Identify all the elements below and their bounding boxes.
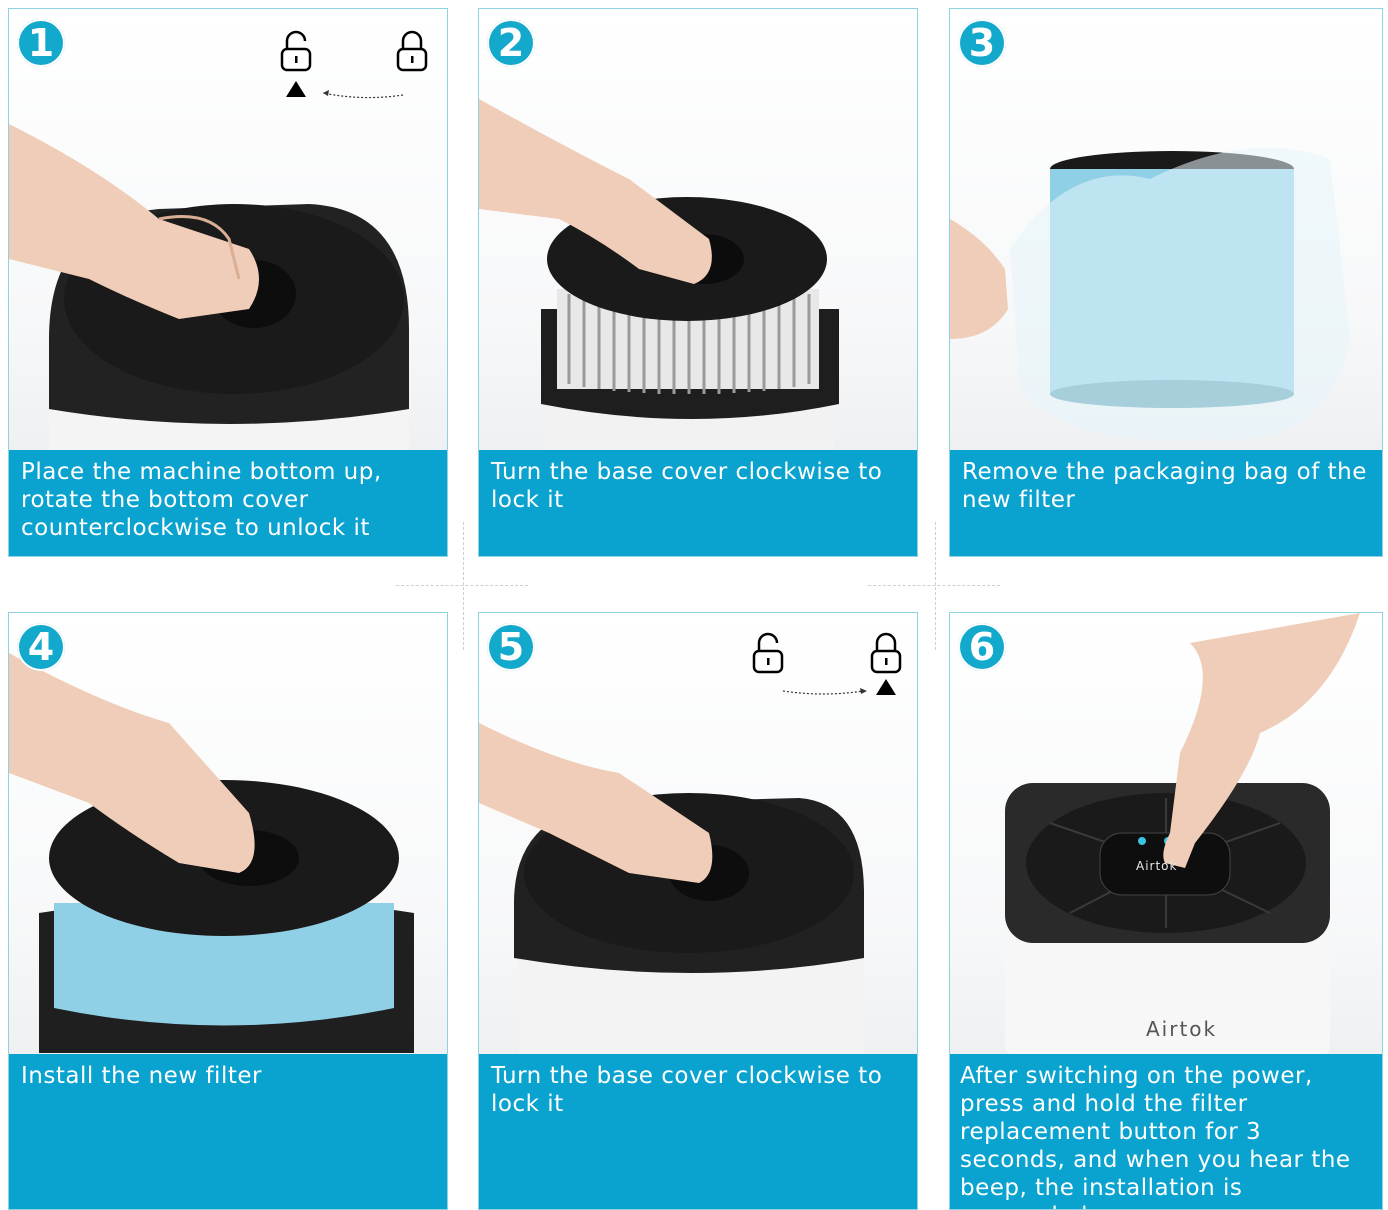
step-number-badge: 1 [17, 19, 65, 67]
curved-arrow-icon [322, 90, 404, 99]
purifier-bottom-cover-image [9, 124, 409, 452]
step-5-photo: 5 [479, 613, 917, 1056]
lock-open-icon [751, 631, 785, 675]
step-number-badge: 2 [487, 19, 535, 67]
step-panel-2: 2 Turn the base cover clockwise to lock … [478, 8, 918, 557]
brand-logo: Airtok [1146, 1017, 1218, 1041]
divider [868, 585, 1000, 586]
lock-closed-icon [869, 631, 903, 675]
lock-open-icon [279, 29, 313, 73]
step-caption: Turn the base cover clockwise to lock it [479, 450, 917, 556]
step-number-badge: 3 [958, 19, 1006, 67]
new-filter-packaging-image [950, 147, 1350, 441]
step-panel-5: 5 Turn the base cover clockwise to lock … [478, 612, 918, 1210]
step-panel-3: 3 Remove the packaging bag of the new fi… [949, 8, 1383, 557]
control-panel-brand: Airtok [1136, 859, 1178, 873]
pointer-triangle-icon [286, 81, 306, 97]
step-3-photo: 3 [950, 9, 1382, 452]
lock-base-cover-image [479, 723, 864, 1056]
install-filter-image [9, 653, 414, 1053]
divider [463, 522, 464, 650]
step-caption: Turn the base cover clockwise to lock it [479, 1054, 917, 1209]
purifier-control-panel-image [1005, 613, 1360, 1056]
step-panel-6: Airtok Airtok 6 After switching on the p… [949, 612, 1383, 1210]
step-1-photo: 1 [9, 9, 447, 452]
step-number-badge: 6 [958, 623, 1006, 671]
step-6-photo: Airtok Airtok 6 [950, 613, 1382, 1056]
curved-arrow-icon [782, 688, 867, 695]
step-panel-4: 4 Install the new filter [8, 612, 448, 1210]
divider [935, 522, 936, 650]
pointer-triangle-icon [876, 679, 896, 695]
divider [396, 585, 528, 586]
step-4-photo: 4 [9, 613, 447, 1056]
step-2-photo: 2 [479, 9, 917, 452]
filter-cover-image [479, 99, 839, 452]
step-number-badge: 4 [17, 623, 65, 671]
step-caption: Place the machine bottom up, rotate the … [9, 450, 447, 556]
step-number-badge: 5 [487, 623, 535, 671]
step-caption: After switching on the power, press and … [950, 1054, 1382, 1209]
step-caption: Install the new filter [9, 1054, 447, 1209]
step-caption: Remove the packaging bag of the new filt… [950, 450, 1382, 556]
step-panel-1: 1 Place the machine bottom up, rotate th… [8, 8, 448, 557]
lock-closed-icon [395, 29, 429, 73]
